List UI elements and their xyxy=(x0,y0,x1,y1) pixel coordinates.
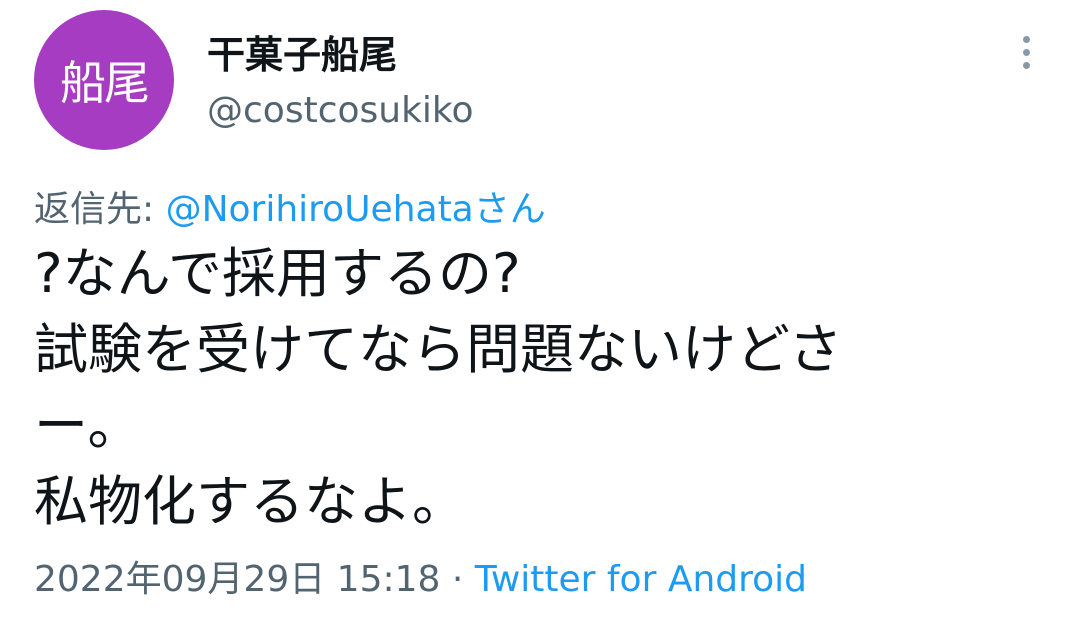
reply-to-label: 返信先: xyxy=(34,189,166,230)
tweet-source-link[interactable]: Twitter for Android xyxy=(475,559,807,600)
tweet-card: 船尾 干菓子船尾 @costcosukiko 返信先: @NorihiroUeh… xyxy=(0,0,1080,626)
more-options-button[interactable] xyxy=(1008,30,1044,74)
tweet-text-line: 私物化するなよ。 xyxy=(34,470,466,533)
display-name[interactable]: 干菓子船尾 xyxy=(207,24,397,79)
reply-to-context: 返信先: @NorihiroUehataさん xyxy=(34,180,546,232)
more-vertical-icon xyxy=(1022,35,1030,43)
meta-separator: · xyxy=(440,559,475,600)
tweet-text-line: ー。 xyxy=(34,394,142,457)
more-vertical-icon-dot xyxy=(1022,48,1030,56)
reply-mention-link[interactable]: @NorihiroUehataさん xyxy=(166,189,546,230)
tweet-text-line: 試験を受けてなら問題ないけどさ xyxy=(34,318,843,381)
more-vertical-icon-dot xyxy=(1022,61,1030,69)
tweet-text-line: ?なんで採用するの? xyxy=(34,242,521,305)
avatar-text: 船尾 xyxy=(60,56,150,110)
avatar[interactable]: 船尾 xyxy=(34,10,174,150)
tweet-metadata: 2022年09月29日 15:18 · Twitter for Android xyxy=(34,550,807,602)
tweet-text: ?なんで採用するの? 試験を受けてなら問題ないけどさ ー。 私物化するなよ。 xyxy=(34,236,1044,540)
tweet-timestamp[interactable]: 2022年09月29日 15:18 xyxy=(34,559,440,600)
user-handle[interactable]: @costcosukiko xyxy=(207,90,474,131)
